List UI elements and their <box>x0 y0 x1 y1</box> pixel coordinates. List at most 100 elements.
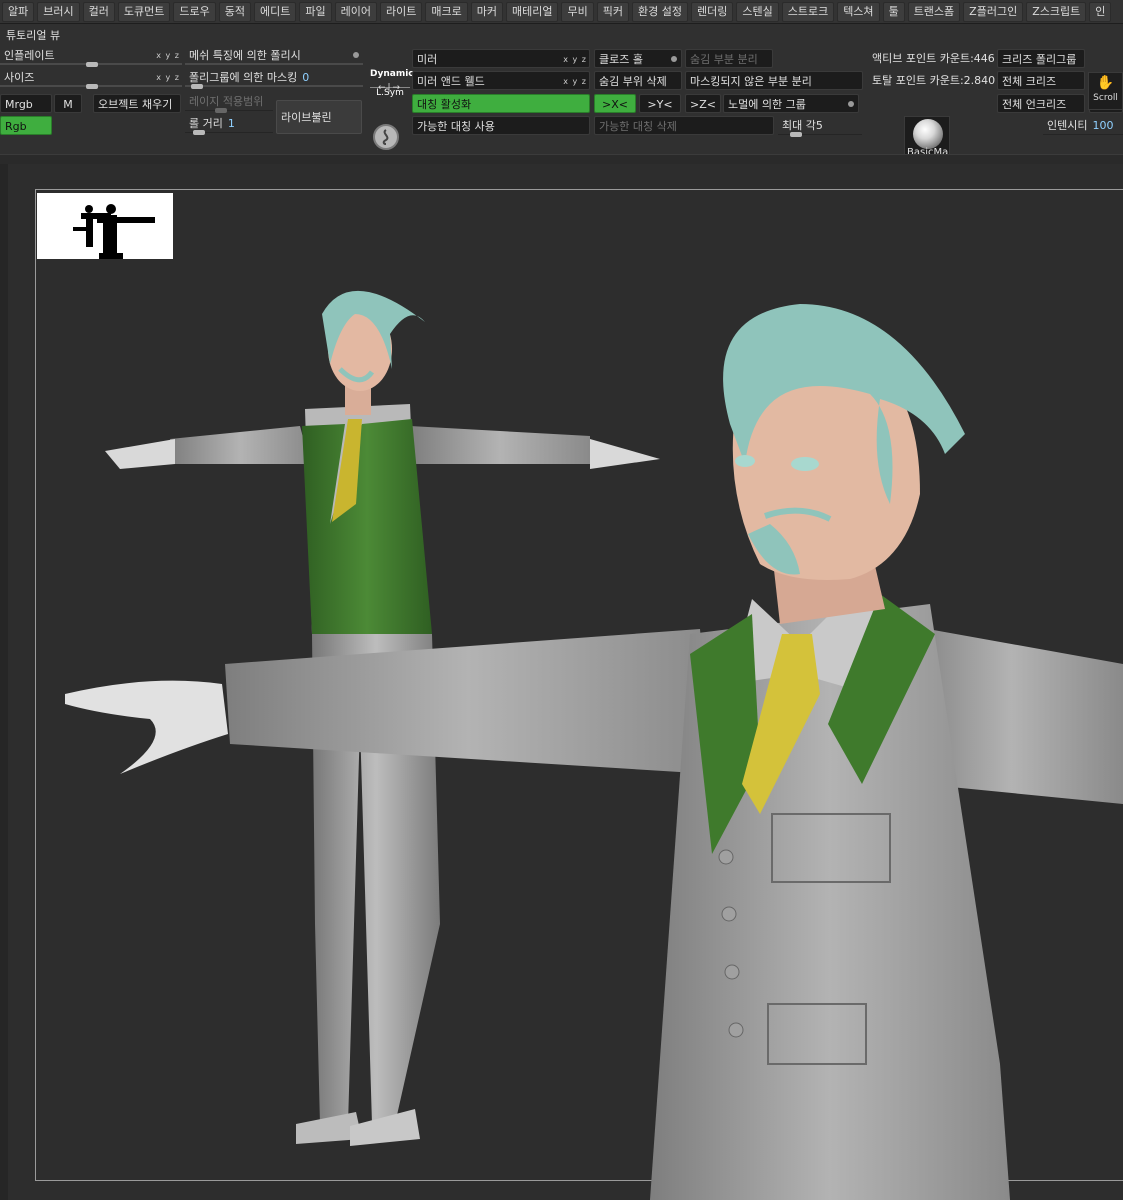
tool-panel: 튜토리얼 뷰 인플레이트 x y z 사이즈 x y z Mrgb M 오브젝트… <box>0 24 1123 160</box>
character-render <box>65 290 1123 1200</box>
active-points-value: 446 <box>973 52 995 65</box>
menu-item-22[interactable]: Z플러그인 <box>963 1 1024 22</box>
menu-item-13[interactable]: 무비 <box>561 1 594 22</box>
menu-item-4[interactable]: 드로우 <box>173 1 216 22</box>
mask-by-polygroups-slider[interactable]: 폴리그룹에 의한 마스킹 0 <box>185 68 363 89</box>
max-angle-value: 5 <box>815 119 823 132</box>
roll-distance-value: 1 <box>227 117 235 130</box>
uncrease-all-button[interactable]: 전체 언크리즈 <box>997 94 1085 113</box>
xyz-toggle[interactable]: x y z <box>563 50 587 69</box>
menu-item-23[interactable]: Z스크립트 <box>1026 1 1087 22</box>
menu-item-12[interactable]: 매테리얼 <box>505 1 559 22</box>
group-normals-label: 노멀에 의한 그룹 <box>728 98 806 111</box>
menu-bar: 알파 브러시 컬러 도큐먼트 드로우 동적 에디트 파일 레이어 라이트 매크로 마커 매테리얼 무비 픽커… <box>0 0 1123 24</box>
slider-knob[interactable] <box>790 132 802 137</box>
hand-icon: ✋ <box>1096 75 1115 91</box>
fill-object-button[interactable]: 오브젝트 채우기 <box>93 94 181 113</box>
menu-item-7[interactable]: 파일 <box>299 1 332 22</box>
total-points-label: 토탈 포인트 카운트: <box>872 74 964 87</box>
menu-item-9[interactable]: 라이트 <box>379 1 423 22</box>
axis-y-button[interactable]: >Y< <box>639 94 681 113</box>
menu-item-8[interactable]: 레이어 <box>334 1 377 22</box>
menu-item-5[interactable]: 동적 <box>218 1 251 22</box>
menu-item-17[interactable]: 스텐실 <box>736 1 779 22</box>
slider-knob[interactable] <box>191 84 203 89</box>
menu-item-20[interactable]: 툴 <box>882 1 905 22</box>
menu-item-3[interactable]: 도큐먼트 <box>117 1 171 22</box>
dynamic-label: Dynamic <box>370 69 414 79</box>
xyz-toggle[interactable]: x y z <box>563 72 587 91</box>
scroll-button[interactable]: ✋ Scroll <box>1088 72 1123 110</box>
material-sphere-icon <box>913 119 943 149</box>
mirror-weld-label: 미러 앤드 웰드 <box>417 75 485 88</box>
scroll-label: Scroll <box>1093 93 1118 103</box>
axis-x-button[interactable]: >X< <box>594 94 636 113</box>
mask-label: 폴리그룹에 의한 마스킹 <box>189 71 298 84</box>
size-slider[interactable]: 사이즈 x y z <box>0 68 182 89</box>
menu-item-1[interactable]: 브러시 <box>37 1 80 22</box>
intensity-slider[interactable]: 인텐시티 100 <box>1043 116 1123 135</box>
menu-item-24[interactable]: 인 <box>1089 1 1112 22</box>
roll-distance-slider[interactable]: 롤 거리 1 <box>185 114 273 135</box>
size-label: 사이즈 <box>4 71 35 84</box>
mask-value: 0 <box>302 71 310 84</box>
menu-item-2[interactable]: 컬러 <box>82 1 115 22</box>
slider-track <box>185 85 363 87</box>
use-possible-symmetry-button[interactable]: 가능한 대칭 사용 <box>412 116 590 135</box>
group-by-normals-button[interactable]: 노멀에 의한 그룹 <box>723 94 859 113</box>
menu-item-18[interactable]: 스트로크 <box>781 1 835 22</box>
m-button[interactable]: M <box>54 94 82 113</box>
panel-divider <box>0 154 1123 164</box>
max-angle-label: 최대 각 <box>782 119 816 132</box>
activate-symmetry-button[interactable]: 대칭 활성화 <box>412 94 590 113</box>
menu-item-0[interactable]: 알파 <box>2 1 35 22</box>
axis-z-button[interactable]: >Z< <box>685 94 721 113</box>
slider-track <box>185 63 363 65</box>
mirror-button[interactable]: 미러 x y z <box>412 49 590 68</box>
active-point-count: 액티브 포인트 카운트:446 <box>868 49 998 68</box>
menu-item-21[interactable]: 트랜스폼 <box>907 1 961 22</box>
range-slider: 레이지 적용범위 <box>185 92 273 113</box>
delete-hidden-button[interactable]: 숨김 부위 삭제 <box>594 71 682 90</box>
total-point-count: 토탈 포인트 카운트:2.840 <box>868 71 998 90</box>
close-holes-label: 클로즈 홀 <box>599 53 643 66</box>
crease-polygroups-button[interactable]: 크리즈 폴리그룹 <box>997 49 1085 68</box>
range-label: 레이지 적용범위 <box>189 95 264 108</box>
total-points-value: 2.840 <box>963 74 996 87</box>
menu-item-6[interactable]: 에디트 <box>253 1 297 22</box>
inflate-slider[interactable]: 인플레이트 x y z <box>0 46 182 67</box>
split-unmasked-button[interactable]: 마스킹되지 않은 부분 분리 <box>685 71 863 90</box>
mrgb-button[interactable]: Mrgb <box>0 94 52 113</box>
close-holes-button[interactable]: 클로즈 홀 <box>594 49 682 68</box>
crease-all-button[interactable]: 전체 크리즈 <box>997 71 1085 90</box>
menu-item-15[interactable]: 환경 설정 <box>631 1 688 22</box>
slider-knob[interactable] <box>86 84 98 89</box>
polish-label: 메쉬 특징에 의한 폴리시 <box>189 49 301 62</box>
intensity-value: 100 <box>1092 119 1114 132</box>
option-dot-icon <box>353 52 359 58</box>
mirror-and-weld-button[interactable]: 미러 앤드 웰드 x y z <box>412 71 590 90</box>
menu-item-14[interactable]: 픽커 <box>596 1 629 22</box>
slider-knob[interactable] <box>86 62 98 67</box>
document-canvas[interactable] <box>0 164 1123 1200</box>
split-hidden-button: 숨김 부분 분리 <box>685 49 773 68</box>
dynamic-lsym-button[interactable]: Dynamic ←|→ L.Sym <box>370 69 414 109</box>
option-dot-icon <box>671 56 677 62</box>
menu-item-11[interactable]: 마커 <box>470 1 503 22</box>
symmetry-arrows-icon: ←|→ <box>377 83 403 93</box>
rgb-button[interactable]: Rgb <box>0 116 52 135</box>
symmetry-sphere-icon[interactable] <box>373 124 399 150</box>
menu-item-10[interactable]: 매크로 <box>425 1 468 22</box>
menu-item-19[interactable]: 텍스쳐 <box>837 1 880 22</box>
max-angle-slider[interactable]: 최대 각5 <box>778 116 862 137</box>
roll-distance-label: 롤 거리 <box>189 117 223 130</box>
inflate-label: 인플레이트 <box>4 49 55 62</box>
option-dot-icon <box>848 101 854 107</box>
live-boolean-button[interactable]: 라이브불린 <box>276 100 362 134</box>
polish-by-features-slider[interactable]: 메쉬 특징에 의한 폴리시 <box>185 46 363 65</box>
menu-item-16[interactable]: 렌더링 <box>690 1 734 22</box>
panel-title: 튜토리얼 뷰 <box>6 29 61 42</box>
mirror-label: 미러 <box>417 53 438 66</box>
delete-possible-symmetry-button: 가능한 대칭 삭제 <box>594 116 774 135</box>
slider-knob[interactable] <box>193 130 205 135</box>
